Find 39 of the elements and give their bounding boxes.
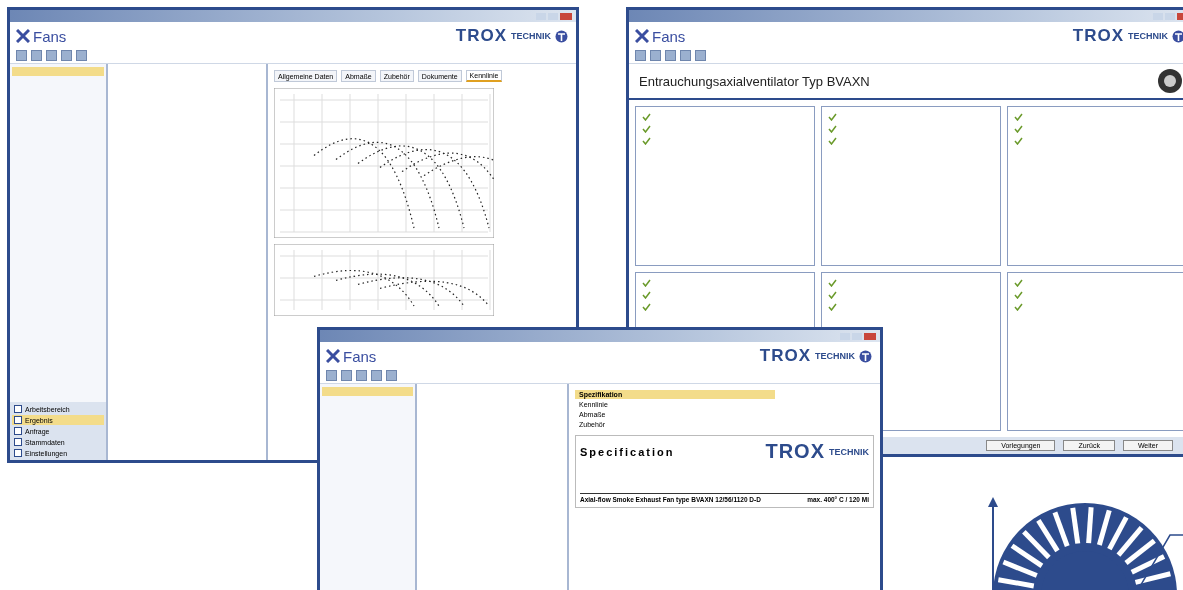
toolbar-icon[interactable] [650, 50, 661, 61]
sidebar-row[interactable] [322, 387, 413, 396]
toolbar-icon[interactable] [31, 50, 42, 61]
brand-name: TROX [759, 346, 811, 366]
window-controls-icon [1153, 11, 1183, 21]
toolbar-icon[interactable] [76, 50, 87, 61]
emblem-icon [555, 29, 568, 43]
x-mark-icon [326, 349, 340, 363]
toolbar-icon[interactable] [371, 370, 382, 381]
brand-subtitle: TECHNIK [511, 31, 551, 41]
window-controls-icon [536, 11, 572, 21]
toolbar-icon[interactable] [680, 50, 691, 61]
emblem-icon [859, 349, 872, 363]
toolbar-icon[interactable] [341, 370, 352, 381]
brand-subtitle: TECHNIK [1128, 31, 1168, 41]
app-name: Fans [343, 347, 377, 365]
document-title: Specification [580, 445, 675, 458]
toolbar-icon[interactable] [635, 50, 646, 61]
app-name: Fans [33, 27, 67, 45]
toolbar-icon[interactable] [326, 370, 337, 381]
brand-name: TROX [1072, 26, 1124, 46]
toolbar-icon[interactable] [61, 50, 72, 61]
brand-subtitle: TECHNIK [815, 351, 855, 361]
fan-wheel-icon [1157, 68, 1183, 94]
x-mark-icon [16, 29, 30, 43]
toolbar-icon[interactable] [46, 50, 57, 61]
toolbar-icon[interactable] [356, 370, 367, 381]
toolbar-icon[interactable] [16, 50, 27, 61]
toolbar-icon[interactable] [695, 50, 706, 61]
window-controls-icon [840, 331, 876, 341]
brand-name: TROX [455, 26, 507, 46]
sidebar-row[interactable] [12, 67, 104, 76]
app-name: Fans [652, 27, 686, 45]
brand-subtitle: TECHNIK [829, 446, 869, 457]
toolbar-icon[interactable] [665, 50, 676, 61]
toolbar-icon[interactable] [386, 370, 397, 381]
x-mark-icon [635, 29, 649, 43]
page-heading: Entrauchungsaxialventilator Typ BVAXN [639, 73, 870, 89]
brand-name: TROX [765, 440, 825, 463]
